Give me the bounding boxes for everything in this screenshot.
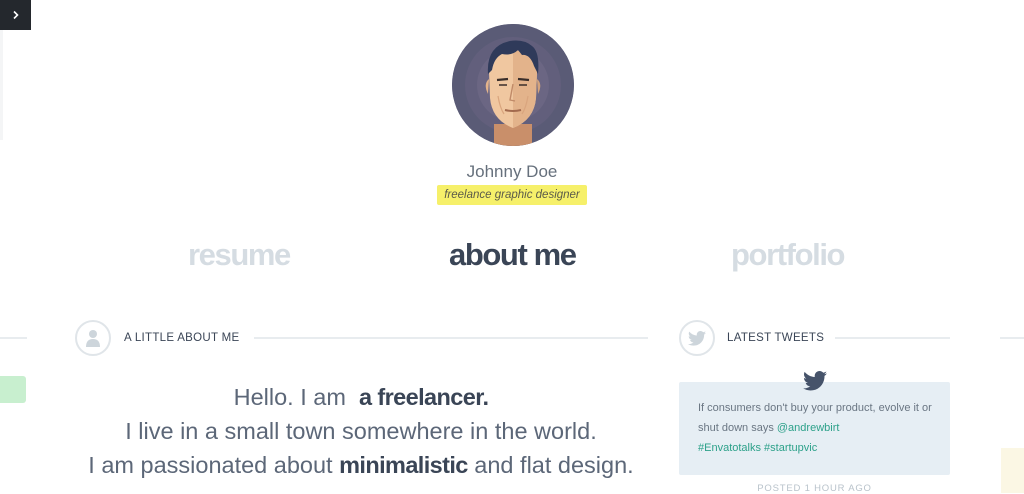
side-green-tab[interactable] (0, 376, 26, 403)
about-text: Hello. I am a freelancer. I live in a sm… (75, 380, 647, 482)
about-section-icon (75, 320, 111, 356)
nav-about-me[interactable]: about me (449, 237, 577, 273)
avatar (452, 24, 574, 146)
about-highlight-minimalistic: minimalistic (339, 452, 468, 478)
chevron-right-icon (12, 10, 19, 20)
about-line-1: Hello. I am a freelancer. (233, 384, 489, 410)
about-highlight-freelancer: a freelancer. (359, 384, 489, 410)
about-line-2: I live in a small town somewhere in the … (125, 418, 597, 444)
tweet-posted-time: POSTED 1 HOUR AGO (757, 483, 872, 494)
left-edge-strip (0, 30, 3, 140)
tweets-section-title: LATEST TWEETS (727, 332, 825, 344)
main-nav: resume about me portfolio (0, 235, 1024, 275)
twitter-bird-icon (803, 371, 827, 396)
nav-resume[interactable]: resume (188, 237, 291, 273)
tweet-mention-link[interactable]: @andrewbirt (777, 422, 840, 434)
section-divider (1000, 337, 1024, 339)
section-divider (835, 337, 950, 339)
tweets-section-icon (679, 320, 715, 356)
section-divider (0, 337, 27, 339)
avatar-illustration (452, 24, 574, 146)
about-line-3: I am passionated about minimalistic and … (88, 452, 634, 478)
user-icon (86, 330, 100, 347)
nav-portfolio[interactable]: portfolio (731, 237, 845, 273)
section-divider (254, 337, 648, 339)
twitter-bird-icon (688, 330, 706, 346)
about-section-title: A LITTLE ABOUT ME (124, 332, 240, 344)
tweet-hashtags-link[interactable]: #Envatotalks #startupvic (698, 442, 817, 454)
tweet-text: If consumers don't buy your product, evo… (698, 402, 932, 454)
profile-name: Johnny Doe (466, 162, 558, 181)
menu-toggle-button[interactable] (0, 0, 31, 30)
profile-tagline: freelance graphic designer (437, 185, 587, 205)
